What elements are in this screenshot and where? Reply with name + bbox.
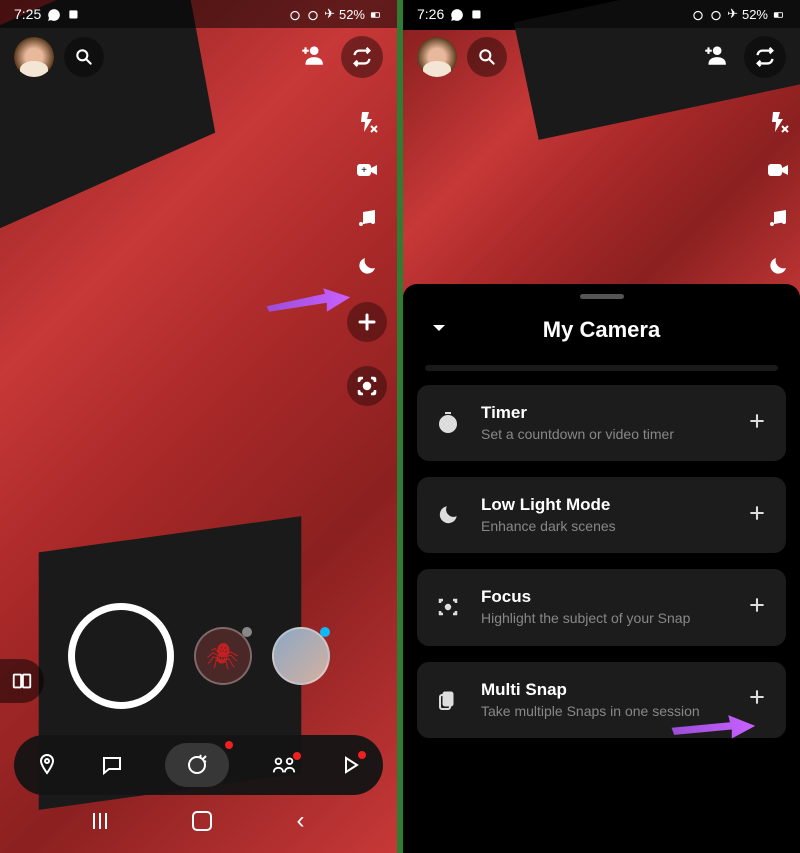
night-mode-icon[interactable] [766, 254, 790, 278]
add-option-button[interactable] [744, 687, 770, 712]
collapse-chevron-icon[interactable] [427, 316, 451, 345]
gallery-status-icon [470, 6, 484, 22]
option-title: Focus [481, 587, 726, 607]
status-bar: 7:26 ✈ 52% [403, 0, 800, 28]
battery-icon [772, 6, 786, 22]
flip-camera-button[interactable] [341, 36, 383, 78]
focus-icon [433, 595, 463, 619]
option-subtitle: Set a countdown or video timer [481, 425, 726, 443]
phone-right-panel: 7:26 ✈ 52% [403, 0, 800, 853]
panel-title: My Camera [427, 317, 776, 343]
whatsapp-icon [47, 6, 61, 22]
alarm-icon [288, 6, 302, 22]
nav-recent[interactable] [93, 813, 107, 829]
lens-carousel-item-1[interactable] [194, 627, 252, 685]
alarm-icon-2 [709, 6, 723, 22]
option-low-light[interactable]: Low Light Mode Enhance dark scenes [417, 477, 786, 553]
status-bar: 7:25 ✈ 52% [0, 0, 397, 28]
option-title: Low Light Mode [481, 495, 726, 515]
dock-map[interactable] [35, 753, 59, 777]
option-subtitle: Enhance dark scenes [481, 517, 726, 535]
option-title: Timer [481, 403, 726, 423]
scan-button[interactable] [347, 366, 387, 406]
dock-stories[interactable] [271, 754, 297, 776]
status-time: 7:25 [14, 6, 41, 22]
search-button[interactable] [64, 37, 104, 77]
option-focus[interactable]: Focus Highlight the subject of your Snap [417, 569, 786, 645]
video-plus-icon[interactable]: + [355, 158, 379, 182]
option-multi-snap[interactable]: Multi Snap Take multiple Snaps in one se… [417, 662, 786, 738]
search-button[interactable] [467, 37, 507, 77]
option-timer[interactable]: Timer Set a countdown or video timer [417, 385, 786, 461]
moon-icon [433, 503, 463, 527]
my-camera-panel: My Camera Timer Set a countdown or video… [403, 284, 800, 853]
add-tool-button[interactable] [347, 302, 387, 342]
profile-avatar[interactable] [417, 37, 457, 77]
status-time: 7:26 [417, 6, 444, 22]
lens-carousel-item-2[interactable] [272, 627, 330, 685]
alarm-icon-2 [306, 6, 320, 22]
gallery-status-icon [67, 6, 81, 22]
camera-viewfinder [0, 0, 397, 853]
airplane-icon: ✈ [324, 6, 335, 22]
multi-snap-icon [433, 688, 463, 712]
flip-camera-button[interactable] [744, 36, 786, 78]
shutter-button[interactable] [68, 603, 174, 709]
nav-home[interactable] [192, 811, 212, 831]
battery-icon [369, 6, 383, 22]
panel-separator [425, 365, 778, 371]
music-icon[interactable] [766, 206, 790, 230]
flash-icon[interactable] [355, 110, 379, 134]
add-option-button[interactable] [744, 595, 770, 620]
whatsapp-icon [450, 6, 464, 22]
airplane-icon: ✈ [727, 6, 738, 22]
timer-icon [433, 411, 463, 435]
music-icon[interactable] [355, 206, 379, 230]
add-option-button[interactable] [744, 503, 770, 528]
android-nav-bar: ‹ [0, 807, 397, 835]
bottom-dock [14, 735, 383, 795]
dock-spotlight[interactable] [338, 753, 362, 777]
alarm-icon [691, 6, 705, 22]
dock-chat[interactable] [100, 753, 124, 777]
add-option-button[interactable] [744, 411, 770, 436]
option-subtitle: Highlight the subject of your Snap [481, 609, 726, 627]
night-mode-icon[interactable] [355, 254, 379, 278]
add-friend-icon[interactable] [702, 42, 728, 73]
phone-left-camera: 7:25 ✈ 52% + [0, 0, 397, 853]
nav-back[interactable]: ‹ [297, 807, 305, 835]
battery-percent: 52% [742, 7, 768, 22]
svg-text:+: + [361, 165, 367, 176]
option-title: Multi Snap [481, 680, 726, 700]
option-subtitle: Take multiple Snaps in one session [481, 702, 726, 720]
add-friend-icon[interactable] [299, 42, 325, 73]
profile-avatar[interactable] [14, 37, 54, 77]
video-plus-icon[interactable] [766, 158, 790, 182]
dock-camera[interactable] [165, 743, 229, 787]
flash-icon[interactable] [766, 110, 790, 134]
battery-percent: 52% [339, 7, 365, 22]
